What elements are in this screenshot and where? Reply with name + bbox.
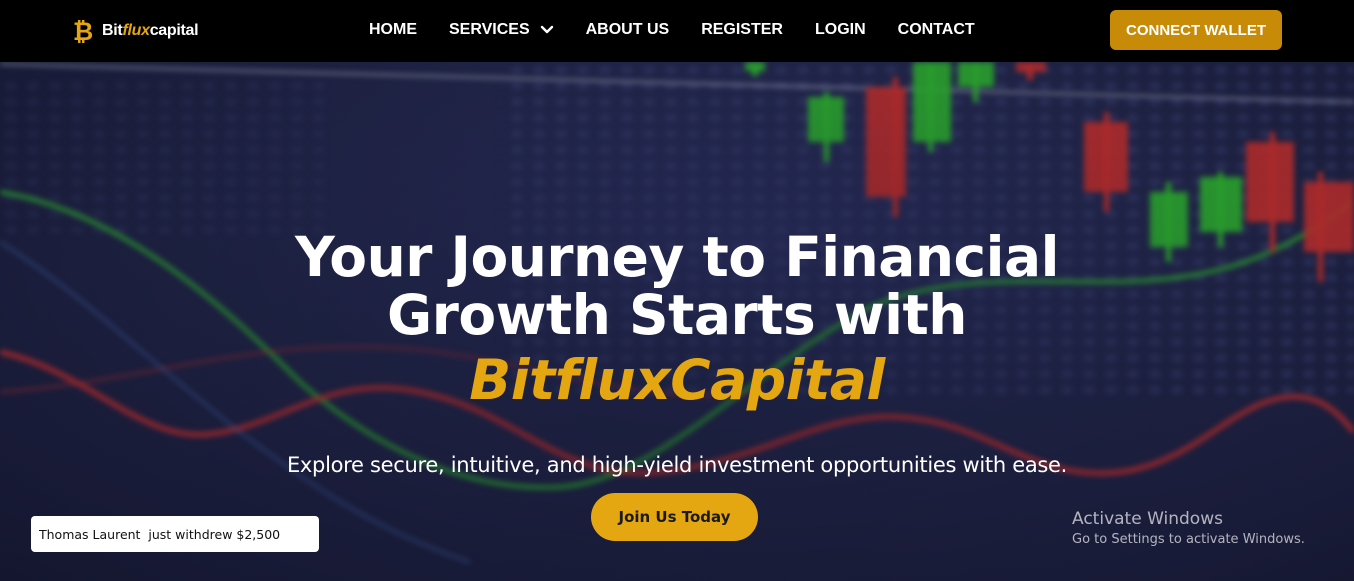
join-us-button[interactable]: Join Us Today — [591, 493, 758, 541]
main-nav: HOME SERVICES ABOUT US REGISTER LOGIN CO… — [369, 20, 1007, 40]
logo-text: Bitfluxcapital — [102, 22, 199, 40]
hero-subtitle: Explore secure, intuitive, and high-yiel… — [286, 453, 1068, 477]
withdrawal-notification-text: Thomas Laurent just withdrew $2,500 — [39, 526, 281, 542]
activate-windows-title: Activate Windows — [1072, 509, 1223, 529]
hero-section: Your Journey to Financial Growth Starts … — [0, 62, 1354, 581]
navbar: ₿ Bitfluxcapital HOME SERVICES ABOUT US … — [0, 0, 1354, 62]
nav-contact[interactable]: CONTACT — [898, 20, 975, 40]
nav-login[interactable]: LOGIN — [815, 20, 866, 40]
hero-title-line1: Your Journey to Financial — [295, 225, 1059, 289]
hero-brand-name: BitfluxCapital — [469, 348, 885, 412]
bitcoin-icon: ₿ — [73, 17, 93, 45]
nav-register[interactable]: REGISTER — [701, 20, 783, 40]
svg-text:₿: ₿ — [73, 17, 93, 45]
nav-about-us[interactable]: ABOUT US — [586, 20, 670, 40]
hero-title-line2: Growth Starts with — [387, 283, 967, 347]
chevron-down-icon — [540, 25, 553, 34]
nav-services[interactable]: SERVICES — [449, 20, 554, 40]
logo-text-accent: flux — [122, 22, 150, 39]
hero-title: Your Journey to Financial Growth Starts … — [177, 228, 1177, 344]
nav-home[interactable]: HOME — [369, 20, 417, 40]
activate-windows-subtitle: Go to Settings to activate Windows. — [1072, 532, 1305, 547]
withdrawal-notification: Thomas Laurent just withdrew $2,500 — [31, 516, 319, 552]
logo-text-prefix: Bit — [102, 22, 123, 39]
activate-windows-watermark: Activate Windows Go to Settings to activ… — [1072, 508, 1305, 550]
logo-text-suffix: capital — [149, 22, 199, 39]
connect-wallet-button[interactable]: CONNECT WALLET — [1110, 10, 1282, 50]
site-logo[interactable]: ₿ Bitfluxcapital — [72, 17, 199, 45]
nav-services-label: SERVICES — [449, 21, 530, 38]
